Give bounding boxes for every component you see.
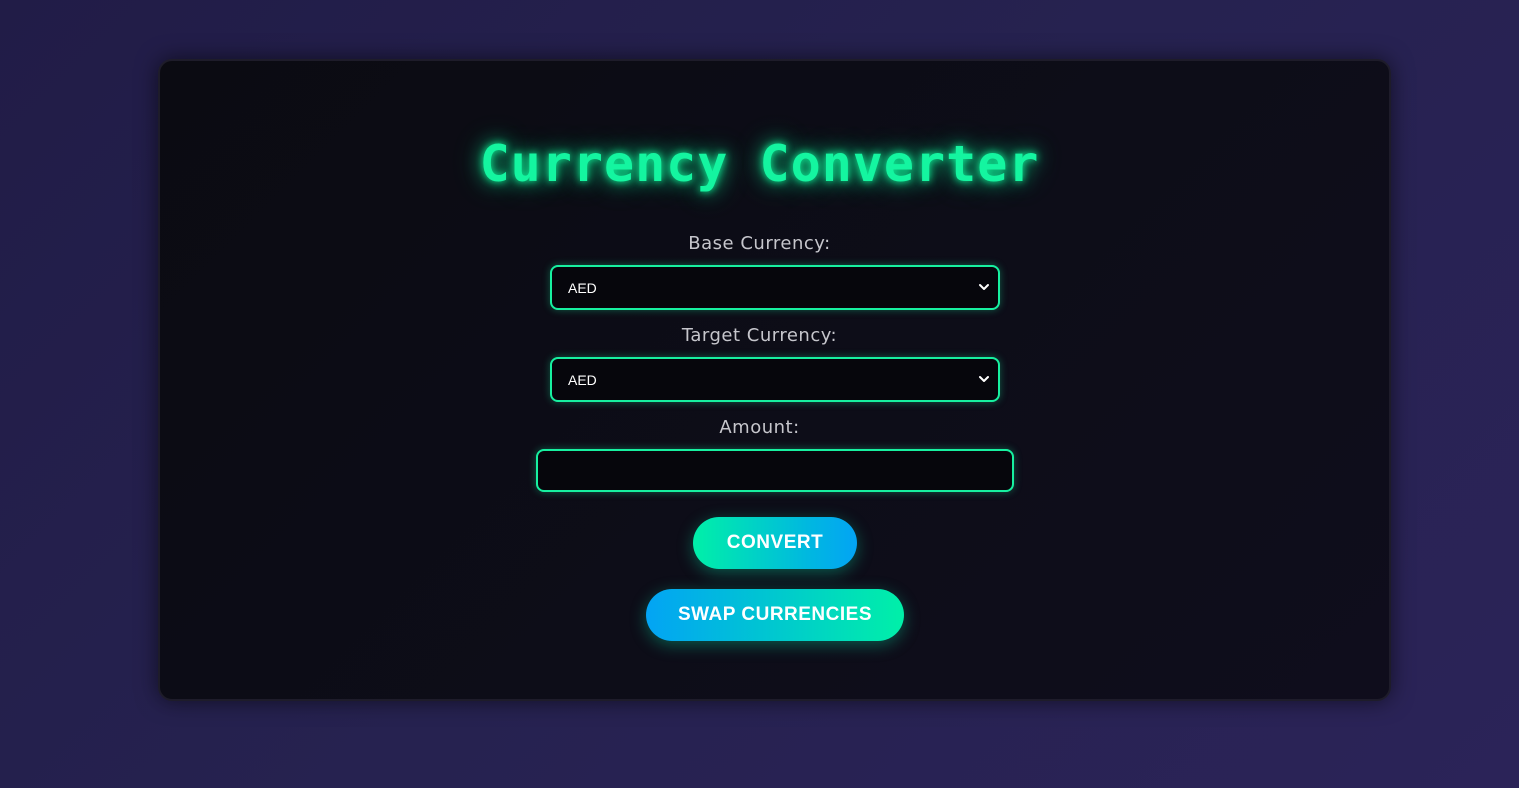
convert-button[interactable]: CONVERT xyxy=(693,517,857,569)
chevron-down-icon xyxy=(979,284,989,290)
page-title: Currency Converter xyxy=(479,135,1040,193)
base-currency-label: Base Currency: xyxy=(688,233,831,254)
base-currency-value: AED xyxy=(568,280,597,296)
base-currency-select[interactable]: AED xyxy=(550,265,1000,310)
target-currency-value: AED xyxy=(568,372,597,388)
amount-input[interactable] xyxy=(536,449,1014,492)
swap-currencies-button[interactable]: SWAP CURRENCIES xyxy=(646,589,904,641)
amount-label: Amount: xyxy=(719,417,800,438)
target-currency-label: Target Currency: xyxy=(681,325,838,346)
target-currency-select[interactable]: AED xyxy=(550,357,1000,402)
chevron-down-icon xyxy=(979,376,989,382)
